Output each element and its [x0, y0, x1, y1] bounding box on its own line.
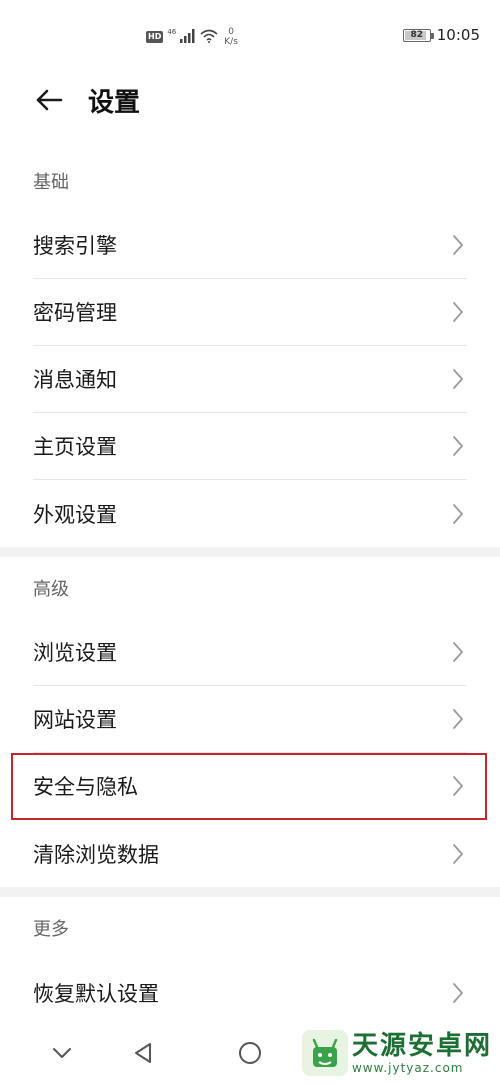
status-bar: HD 46 0 K/s 82 10:05 [0, 0, 500, 72]
chevron-right-icon [451, 234, 465, 256]
chevron-right-icon [451, 301, 465, 323]
settings-item-label: 恢复默认设置 [33, 981, 159, 1006]
section-divider [0, 887, 500, 897]
status-icons: HD 46 0 K/s [146, 24, 238, 50]
settings-item[interactable]: 安全与隐私 [11, 753, 487, 820]
speed-value: 0 [228, 27, 234, 37]
home-circle-icon [239, 1042, 261, 1064]
back-triangle-icon [135, 1043, 151, 1063]
settings-item[interactable]: 网站设置 [33, 686, 467, 753]
speed-unit: K/s [224, 37, 238, 47]
chevron-right-icon [451, 775, 465, 797]
watermark-name: 天源安卓网 [351, 1031, 492, 1061]
header: 设置 [0, 72, 500, 128]
nav-collapse-button[interactable] [47, 1038, 77, 1068]
section-header: 基础 [33, 172, 69, 193]
nav-home-button[interactable] [235, 1038, 265, 1068]
chevron-right-icon [451, 641, 465, 663]
settings-item[interactable]: 消息通知 [33, 346, 467, 413]
chevron-right-icon [451, 708, 465, 730]
chevron-right-icon [451, 843, 465, 865]
watermark-url: www.jytyaz.com [351, 1061, 464, 1075]
chevron-right-icon [451, 435, 465, 457]
settings-item[interactable]: 恢复默认设置 [33, 959, 467, 1026]
status-right: 82 10:05 [402, 26, 480, 44]
section-header: 更多 [33, 919, 69, 940]
settings-item-label: 浏览设置 [33, 641, 117, 665]
chevron-down-icon [53, 1048, 71, 1058]
network-speed: 0 K/s [224, 27, 238, 47]
settings-item[interactable]: 密码管理 [33, 279, 467, 346]
watermark: 天源安卓网 www.jytyaz.com [301, 1030, 492, 1076]
settings-item[interactable]: 主页设置 [33, 413, 467, 480]
settings-item-label: 清除浏览数据 [33, 842, 159, 867]
settings-item-label: 外观设置 [33, 502, 117, 527]
battery-text: 82 [410, 30, 424, 40]
back-button[interactable] [32, 83, 66, 117]
settings-item[interactable]: 外观设置 [33, 480, 467, 547]
settings-item-label: 安全与隐私 [33, 775, 138, 799]
network-type: 46 [167, 28, 177, 36]
section-divider [0, 547, 500, 557]
settings-item-label: 消息通知 [33, 368, 117, 392]
settings-item-label: 网站设置 [33, 708, 117, 732]
nav-back-button[interactable] [128, 1038, 158, 1068]
section-header: 高级 [33, 579, 69, 600]
wifi-icon [200, 28, 218, 47]
chevron-right-icon [451, 368, 465, 390]
battery-icon: 82 [402, 28, 434, 42]
clock: 10:05 [436, 26, 480, 44]
signal-icon [180, 28, 196, 47]
settings-item-label: 主页设置 [33, 435, 117, 459]
arrow-left-icon [36, 89, 63, 111]
settings-list: 基础搜索引擎密码管理消息通知主页设置外观设置高级浏览设置网站设置安全与隐私清除浏… [0, 150, 500, 1026]
chevron-right-icon [451, 503, 465, 525]
settings-item-label: 搜索引擎 [33, 234, 117, 258]
hd-badge: HD [146, 31, 164, 43]
settings-item[interactable]: 搜索引擎 [33, 212, 467, 279]
chevron-right-icon [451, 982, 465, 1004]
settings-item[interactable]: 浏览设置 [33, 619, 467, 686]
watermark-text: 天源安卓网 www.jytyaz.com [352, 1031, 492, 1075]
page-title: 设置 [88, 87, 141, 118]
settings-item-label: 密码管理 [33, 301, 117, 325]
watermark-logo-icon [301, 1030, 348, 1076]
settings-item[interactable]: 清除浏览数据 [33, 820, 467, 887]
